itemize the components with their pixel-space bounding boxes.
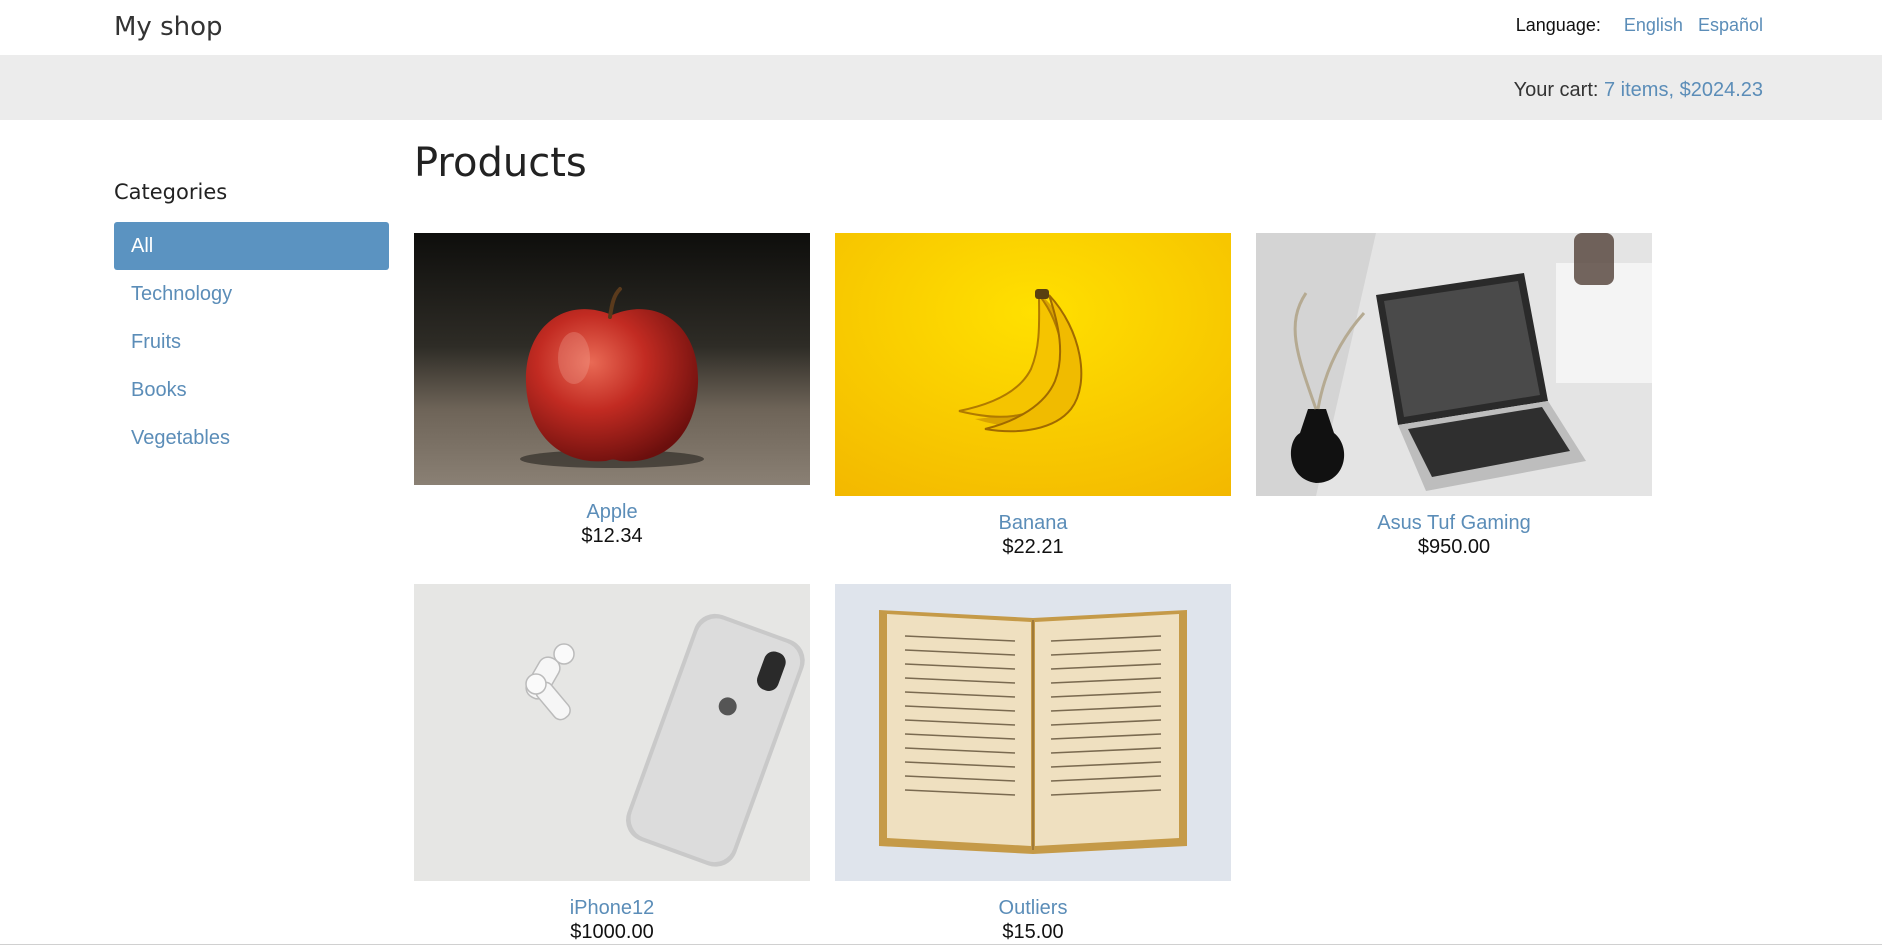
language-label: Language: (1515, 15, 1601, 35)
product-price-iphone: $1000.00 (570, 921, 654, 943)
categories-title: Categories (114, 180, 228, 204)
product-card-iphone: iPhone12 $1000.00 (414, 584, 810, 944)
cart-summary: Your cart: 7 items, $2024.23 (1514, 79, 1763, 102)
category-link-technology[interactable]: Technology (131, 283, 232, 305)
category-item-technology[interactable]: Technology (114, 270, 389, 318)
categories-sidebar: Categories All Technology Fruits Books V… (114, 180, 389, 462)
product-price-book: $15.00 (1002, 921, 1064, 943)
product-price-banana: $22.21 (1002, 536, 1064, 558)
page-title: Products (414, 140, 587, 186)
product-card-banana: Banana $22.21 (835, 233, 1231, 559)
book-image (835, 584, 1231, 881)
banana-image (835, 233, 1231, 496)
book-photo[interactable] (835, 584, 1231, 881)
product-name-book[interactable]: Outliers (835, 897, 1231, 920)
top-header: My shop Language: English Español (0, 0, 1882, 55)
product-price-apple: $12.34 (581, 525, 643, 547)
language-spanish-link[interactable]: Español (1698, 15, 1763, 35)
category-item-vegetables[interactable]: Vegetables (114, 414, 389, 462)
category-link-all[interactable]: All (131, 235, 153, 257)
product-card-laptop: Asus Tuf Gaming $950.00 (1256, 233, 1652, 559)
cart-bar: Your cart: 7 items, $2024.23 (0, 55, 1882, 120)
iphone-image (414, 584, 810, 881)
category-link-books[interactable]: Books (131, 379, 187, 401)
apple-image (414, 233, 810, 485)
product-name-banana[interactable]: Banana (835, 512, 1231, 535)
cart-label: Your cart: (1513, 79, 1599, 101)
language-english-link[interactable]: English (1624, 15, 1683, 35)
cart-link[interactable]: 7 items, $2024.23 (1604, 79, 1763, 101)
shop-brand-link[interactable]: My shop (114, 12, 223, 42)
category-item-books[interactable]: Books (114, 366, 389, 414)
category-list: All Technology Fruits Books Vegetables (114, 222, 389, 462)
laptop-image (1256, 233, 1652, 496)
product-card-apple: Apple $12.34 (414, 233, 810, 548)
iphone-photo[interactable] (414, 584, 810, 881)
product-name-iphone[interactable]: iPhone12 (414, 897, 810, 920)
product-name-apple[interactable]: Apple (414, 501, 810, 524)
category-link-vegetables[interactable]: Vegetables (131, 427, 230, 449)
category-link-fruits[interactable]: Fruits (131, 331, 181, 353)
category-item-all[interactable]: All (114, 222, 389, 270)
language-switcher: Language: English Español (1516, 15, 1763, 36)
product-price-laptop: $950.00 (1417, 536, 1491, 558)
category-item-fruits[interactable]: Fruits (114, 318, 389, 366)
product-card-book: Outliers $15.00 (835, 584, 1231, 944)
page-bottom-divider (0, 944, 1882, 945)
product-name-laptop[interactable]: Asus Tuf Gaming (1256, 512, 1652, 535)
banana-photo[interactable] (835, 233, 1231, 496)
laptop-photo[interactable] (1256, 233, 1652, 496)
apple-photo[interactable] (414, 233, 810, 485)
products-main: Products (414, 140, 587, 186)
